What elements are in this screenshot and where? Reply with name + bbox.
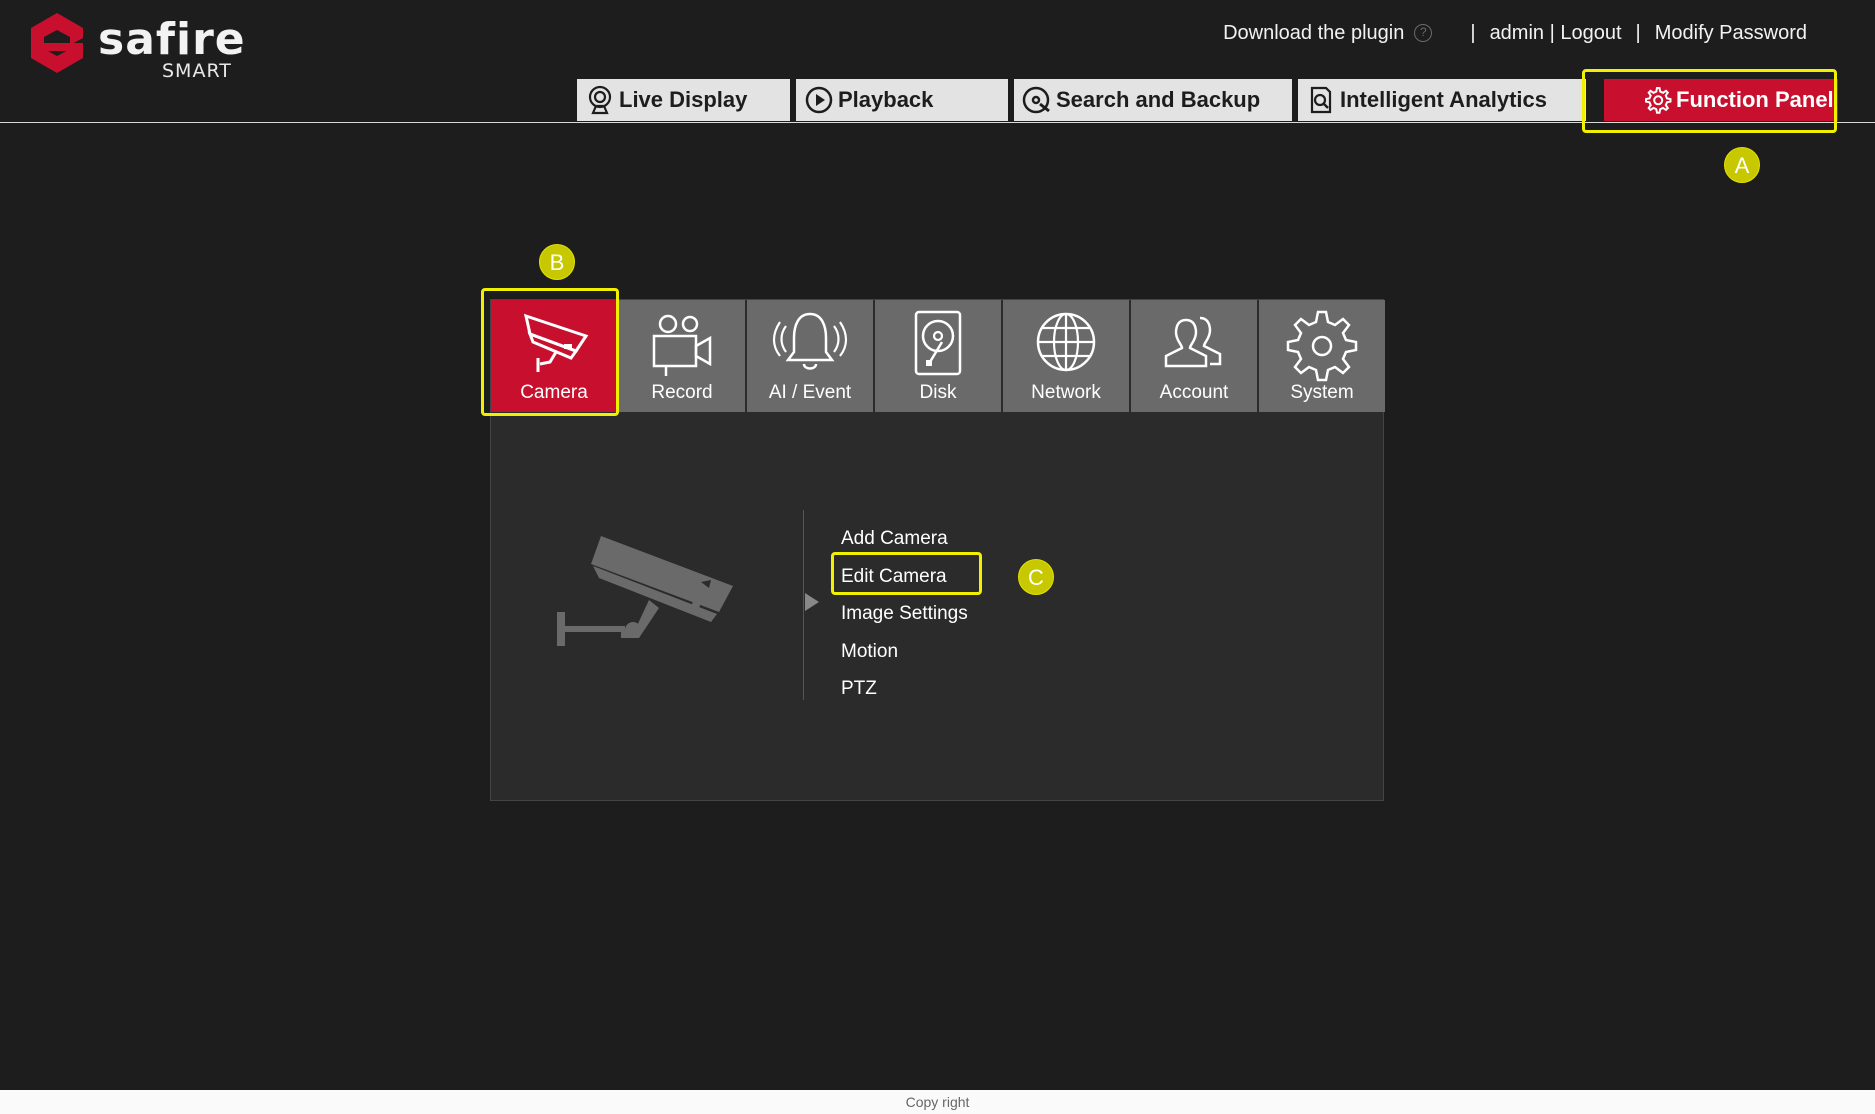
tile-record[interactable]: Record (619, 300, 745, 412)
tab-label: Intelligent Analytics (1340, 87, 1548, 112)
divider (803, 510, 804, 700)
function-tiles: Camera Record AI / Event Disk Network Ac… (491, 300, 1387, 412)
hard-disk-icon (914, 310, 962, 376)
camera-illustration-icon (557, 536, 733, 646)
admin-logout-link[interactable]: admin | Logout (1490, 22, 1622, 45)
tile-label: Account (1159, 382, 1229, 403)
function-panel: Camera Record AI / Event Disk Network Ac… (490, 299, 1387, 801)
tab-intelligent-analytics[interactable]: Intelligent Analytics (1298, 79, 1586, 121)
modify-password-link[interactable]: Modify Password (1655, 22, 1807, 45)
tile-ai-event[interactable]: AI / Event (747, 300, 873, 412)
search-disc-icon (1022, 86, 1050, 114)
header: safire SMART Download the plugin ? | adm… (0, 0, 1875, 123)
annotation-marker-b: B (539, 244, 575, 280)
tile-label: Disk (919, 382, 957, 403)
cctv-camera-icon (523, 313, 589, 372)
tile-label: Record (651, 382, 713, 403)
annotation-marker-c: C (1018, 559, 1054, 595)
globe-icon (1036, 312, 1096, 372)
tile-label: System (1290, 382, 1354, 403)
tile-label: Network (1031, 382, 1101, 403)
webcam-icon (588, 85, 612, 115)
tile-label: AI / Event (768, 382, 852, 403)
menu-motion[interactable]: Motion (841, 633, 968, 671)
safire-logo: safire SMART (26, 10, 256, 82)
tile-disk[interactable]: Disk (875, 300, 1001, 412)
top-links: Download the plugin ? | admin | Logout |… (1223, 20, 1807, 46)
menu-image-settings[interactable]: Image Settings (841, 595, 968, 633)
tab-playback[interactable]: Playback (796, 79, 1008, 121)
annotation-marker-a: A (1724, 147, 1760, 183)
help-icon[interactable]: ? (1414, 24, 1433, 42)
main-nav: Live Display Playback Search and Backup (577, 79, 1844, 121)
footer: Copy right (0, 1090, 1875, 1114)
tile-account[interactable]: Account (1131, 300, 1257, 412)
brand-sub: SMART (162, 60, 232, 82)
gear-icon (1645, 87, 1672, 114)
tile-network[interactable]: Network (1003, 300, 1129, 412)
tile-camera[interactable]: Camera (491, 300, 617, 412)
menu-edit-camera[interactable]: Edit Camera (841, 558, 968, 596)
pointer-arrow-icon (805, 593, 819, 611)
tab-label: Search and Backup (1056, 87, 1261, 112)
alarm-bell-icon (772, 312, 848, 370)
menu-add-camera[interactable]: Add Camera (841, 520, 968, 558)
tab-live-display[interactable]: Live Display (577, 79, 790, 121)
video-camera-icon (652, 314, 712, 376)
safire-s-logo-icon (31, 13, 83, 73)
camera-submenu: Add Camera Edit Camera Image Settings Mo… (841, 520, 968, 708)
separator: | (1470, 21, 1476, 44)
tab-label: Live Display (619, 87, 748, 112)
menu-ptz[interactable]: PTZ (841, 670, 968, 708)
gear-icon (1286, 310, 1358, 382)
separator: | (1635, 21, 1641, 44)
play-circle-icon (805, 86, 833, 114)
tab-search-backup[interactable]: Search and Backup (1014, 79, 1292, 121)
tab-label: Function Panel (1676, 87, 1834, 112)
document-search-icon (1310, 86, 1332, 114)
brand-name: safire (98, 14, 246, 65)
tab-label: Playback (838, 87, 934, 112)
tile-system[interactable]: System (1259, 300, 1385, 412)
users-icon (1164, 316, 1222, 368)
download-plugin-link[interactable]: Download the plugin (1223, 22, 1404, 45)
tile-label: Camera (520, 382, 588, 403)
tab-function-panel[interactable]: Function Panel (1604, 79, 1838, 121)
